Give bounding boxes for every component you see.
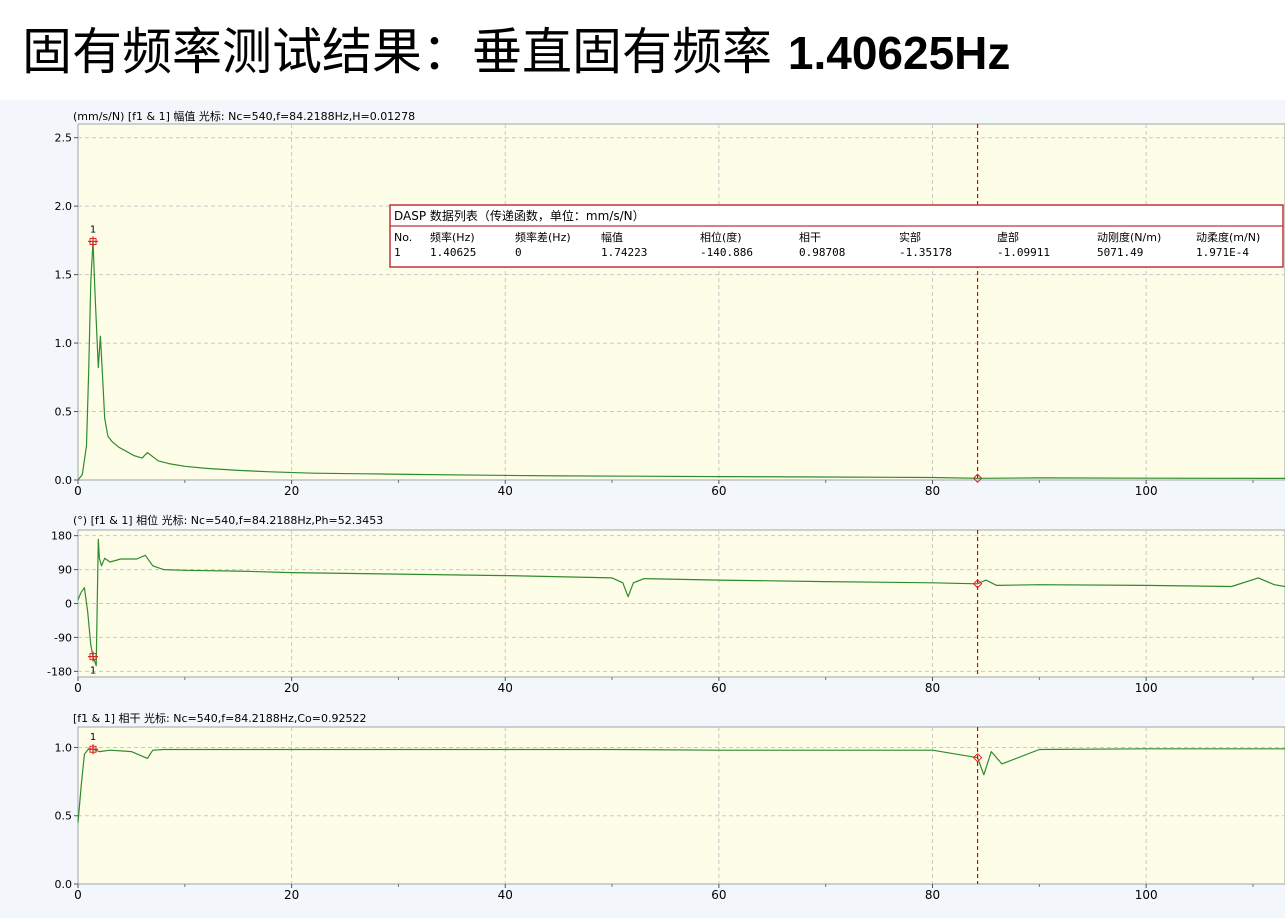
y-tick-label: 0.5 <box>55 810 73 823</box>
x-tick-label: 100 <box>1135 888 1158 902</box>
dasp-analyzer-window: (mm/s/N) [f1 & 1] 幅值 光标: Nc=540,f=84.218… <box>0 100 1285 918</box>
x-tick-label: 100 <box>1135 681 1158 695</box>
peak-marker-label: 1 <box>90 666 96 677</box>
plot-area <box>78 124 1285 480</box>
data-table-header: 相位(度) <box>700 230 742 244</box>
panel-header: (mm/s/N) [f1 & 1] 幅值 光标: Nc=540,f=84.218… <box>73 109 415 123</box>
data-table-title: DASP 数据列表（传递函数，单位：mm/s/N） <box>394 208 645 223</box>
y-tick-label: -90 <box>54 631 72 644</box>
y-tick-label: 0 <box>65 598 72 611</box>
data-table-header: 动刚度(N/m) <box>1097 230 1161 244</box>
dasp-data-table: DASP 数据列表（传递函数，单位：mm/s/N） No. 频率(Hz) 频率差(Hz… <box>390 205 1283 267</box>
data-table-header: 相干 <box>799 231 821 244</box>
y-tick-label: 0.0 <box>55 878 73 891</box>
y-tick-label: 2.0 <box>55 200 73 213</box>
panel-amplitude: (mm/s/N) [f1 & 1] 幅值 光标: Nc=540,f=84.218… <box>55 109 1285 498</box>
data-table-header: 频率(Hz) <box>430 230 475 244</box>
x-tick-label: 80 <box>925 681 940 695</box>
panel-coherence: [f1 & 1] 相干 光标: Nc=540,f=84.2188Hz,Co=0.… <box>55 711 1285 902</box>
data-table-cell: 1.74223 <box>601 246 647 259</box>
x-tick-label: 40 <box>498 888 513 902</box>
panel-header: (°) [f1 & 1] 相位 光标: Nc=540,f=84.2188Hz,P… <box>73 513 383 527</box>
x-tick-label: 60 <box>711 888 726 902</box>
data-table-header: 实部 <box>899 230 921 244</box>
y-tick-label: 90 <box>58 564 72 577</box>
x-tick-label: 20 <box>284 888 299 902</box>
y-tick-label: 1.5 <box>55 269 73 282</box>
panel-header: [f1 & 1] 相干 光标: Nc=540,f=84.2188Hz,Co=0.… <box>73 711 366 725</box>
panel-phase: (°) [f1 & 1] 相位 光标: Nc=540,f=84.2188Hz,P… <box>47 513 1285 695</box>
data-table-cell: -140.886 <box>700 246 753 259</box>
x-tick-label: 60 <box>711 681 726 695</box>
data-table-header: 频率差(Hz) <box>515 230 571 244</box>
slide-title: 固有频率测试结果：垂直固有频率 1.40625Hz <box>22 12 1272 92</box>
data-table-header: 动柔度(m/N) <box>1196 230 1260 244</box>
y-tick-label: 2.5 <box>55 132 73 145</box>
y-tick-label: 1.0 <box>55 741 73 754</box>
y-tick-label: 0.0 <box>55 474 73 487</box>
data-table-cell: -1.09911 <box>997 246 1050 259</box>
data-table-header: 虚部 <box>997 230 1019 244</box>
y-tick-label: 180 <box>51 530 72 543</box>
x-tick-label: 40 <box>498 681 513 695</box>
slide-title-text: 固有频率测试结果：垂直固有频率 <box>22 23 772 81</box>
data-table-cell: 1.40625 <box>430 246 476 259</box>
x-tick-label: 0 <box>74 484 82 498</box>
analyzer-charts: (mm/s/N) [f1 & 1] 幅值 光标: Nc=540,f=84.218… <box>0 100 1285 918</box>
data-table-header: 幅值 <box>601 231 623 244</box>
peak-marker-label: 1 <box>90 224 96 235</box>
data-table-cell: 1.971E-4 <box>1196 246 1249 259</box>
x-tick-label: 20 <box>284 484 299 498</box>
data-table-cell: 5071.49 <box>1097 246 1143 259</box>
x-tick-label: 80 <box>925 484 940 498</box>
data-table-cell: -1.35178 <box>899 246 952 259</box>
peak-marker-label: 1 <box>90 732 96 743</box>
y-tick-label: -180 <box>47 665 72 678</box>
data-table-cell: 0 <box>515 246 522 259</box>
data-table-cell: 1 <box>394 246 401 259</box>
data-table-cell: 0.98708 <box>799 246 845 259</box>
x-tick-label: 0 <box>74 888 82 902</box>
slide-title-frequency: 1.40625Hz <box>788 27 1011 79</box>
x-tick-label: 40 <box>498 484 513 498</box>
x-tick-label: 100 <box>1135 484 1158 498</box>
y-tick-label: 1.0 <box>55 337 73 350</box>
y-tick-label: 0.5 <box>55 406 73 419</box>
data-table-header: No. <box>394 231 412 244</box>
x-tick-label: 80 <box>925 888 940 902</box>
x-tick-label: 0 <box>74 681 82 695</box>
x-tick-label: 60 <box>711 484 726 498</box>
x-tick-label: 20 <box>284 681 299 695</box>
